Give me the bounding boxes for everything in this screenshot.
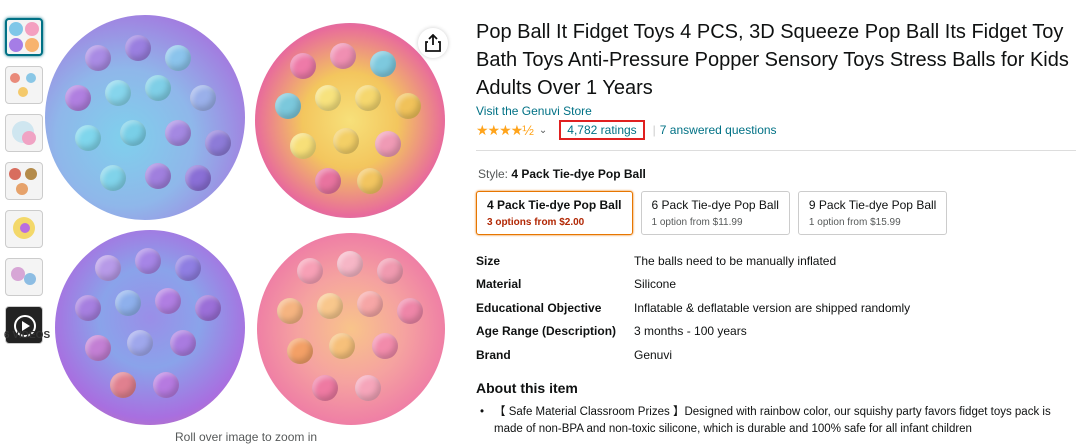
spec-value: Silicone [634,277,677,292]
style-option-6-pack[interactable]: 6 Pack Tie-dye Pop Ball 1 option from $1… [640,191,790,235]
product-specs-table: Size The balls need to be manually infla… [476,249,910,367]
spec-row: Educational Objective Inflatable & defla… [476,296,910,320]
chevron-down-icon[interactable]: ⌄ [539,125,547,136]
spec-value: Inflatable & deflatable version are ship… [634,300,911,315]
divider [476,150,1076,151]
videos-count-label[interactable]: 6 VIDEOS [4,330,50,341]
pop-ball-image-3 [55,230,245,425]
thumbnail-3[interactable] [5,114,43,152]
pop-ball-image-4 [257,233,445,425]
spec-value: 3 months - 100 years [634,324,747,339]
thumbnail-6[interactable] [5,258,43,296]
spec-key: Material [476,277,522,292]
spec-row: Material Silicone [476,273,910,297]
thumbnail-strip [5,18,45,354]
style-label: Style: 4 Pack Tie-dye Pop Ball [478,167,646,181]
about-heading: About this item [476,380,578,396]
spec-key: Brand [476,347,511,362]
thumbnail-4[interactable] [5,162,43,200]
spec-value: Genuvi [634,347,673,362]
product-title: Pop Ball It Fidget Toys 4 PCS, 3D Squeez… [476,21,1069,99]
style-option-9-pack[interactable]: 9 Pack Tie-dye Pop Ball 1 option from $1… [797,191,948,235]
share-button[interactable] [418,28,448,58]
style-selected-value: 4 Pack Tie-dye Pop Ball [511,167,646,181]
spec-value: The balls need to be manually inflated [634,253,837,268]
spec-row: Brand Genuvi [476,343,910,367]
spec-key: Size [476,253,501,268]
about-bullet: • 【 Safe Material Classroom Prizes 】Desi… [480,404,1074,438]
spec-key: Age Range (Description) [476,324,617,339]
bullet-dot: • [480,406,485,418]
pop-ball-image-1 [45,15,245,220]
style-options: 4 Pack Tie-dye Pop Ball 3 options from $… [476,191,948,235]
answered-questions-link[interactable]: 7 answered questions [660,123,777,137]
spec-row: Age Range (Description) 3 months - 100 y… [476,320,910,344]
share-icon [425,34,441,52]
rating-row: ★★★★½ ⌄ 4,782 ratings | 7 answered quest… [476,120,777,140]
zoom-hint: Roll over image to zoom in [175,430,318,444]
store-link[interactable]: Visit the Genuvi Store [476,104,592,118]
thumbnail-1[interactable] [5,18,43,56]
spec-row: Size The balls need to be manually infla… [476,249,910,273]
ratings-count-link[interactable]: 4,782 ratings [559,120,645,140]
style-option-4-pack[interactable]: 4 Pack Tie-dye Pop Ball 3 options from $… [476,191,633,235]
star-rating-icon[interactable]: ★★★★½ [476,122,534,139]
spec-key: Educational Objective [476,300,602,315]
main-product-image[interactable] [45,15,455,425]
separator: | [652,123,656,137]
about-bullet-text: 【 Safe Material Classroom Prizes 】Design… [494,406,1051,435]
pop-ball-image-2 [255,23,445,218]
thumbnail-2[interactable] [5,66,43,104]
thumbnail-5[interactable] [5,210,43,248]
